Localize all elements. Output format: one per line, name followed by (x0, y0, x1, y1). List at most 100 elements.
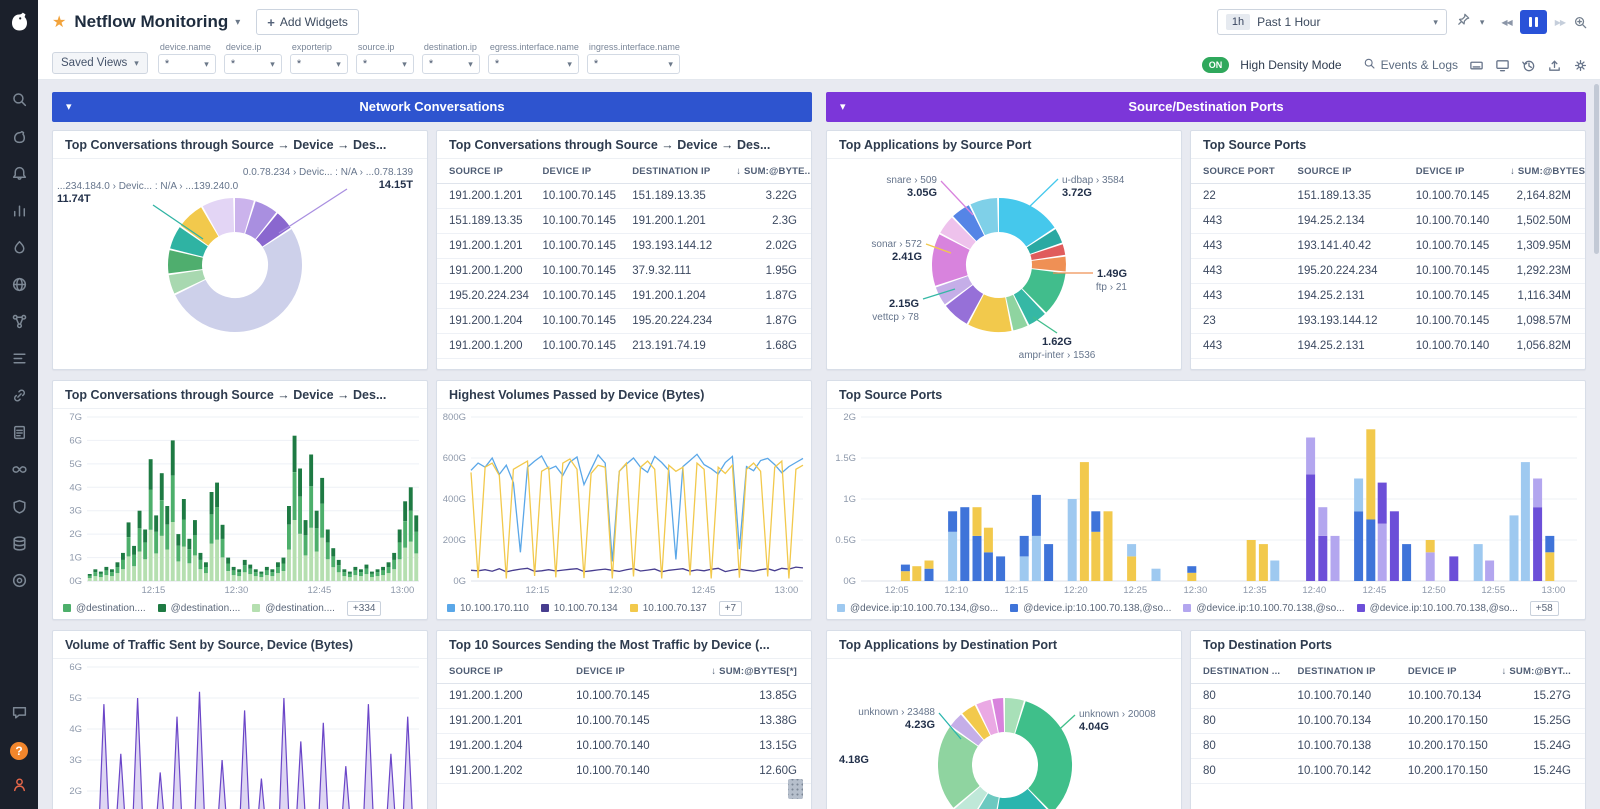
legend-overflow-badge[interactable]: +334 (347, 601, 382, 616)
source-ports-stacked-bar-chart[interactable]: 0G0.5G1G1.5G2G12:0512:1012:1512:2012:251… (827, 409, 1585, 597)
table-row[interactable]: 8010.100.70.13810.200.170.15015.24G (1191, 734, 1585, 759)
pause-button[interactable] (1520, 10, 1547, 34)
table-row[interactable]: 23193.193.144.1210.100.70.1451,098.57M (1191, 309, 1585, 334)
filter-value-dropdown[interactable]: * ▾ (488, 54, 579, 74)
sidebar-item-search[interactable] (7, 90, 31, 114)
filter-value-dropdown[interactable]: * ▾ (356, 54, 414, 74)
table-row[interactable]: 191.200.1.20110.100.70.14513.38G (437, 709, 811, 734)
column-header[interactable]: SOURCE IP (437, 159, 531, 184)
dashboard-title[interactable]: Netflow Monitoring (74, 12, 228, 32)
collapse-chevron-icon[interactable]: ▾ (66, 92, 72, 122)
forward-button[interactable]: ▶▶ (1555, 18, 1565, 27)
widget-traffic-by-source[interactable]: Volume of Traffic Sent by Source, Device… (52, 630, 428, 809)
favorite-star-icon[interactable]: ★ (52, 12, 66, 32)
filter-value-dropdown[interactable]: * ▾ (290, 54, 348, 74)
table-row[interactable]: 191.200.1.20410.100.70.14013.15G (437, 734, 811, 759)
column-header[interactable]: DEVICE IP (1396, 659, 1498, 684)
tv-mode-icon[interactable] (1495, 58, 1510, 73)
table-row[interactable]: 195.20.224.23410.100.70.145191.200.1.204… (437, 284, 811, 309)
section-header-source-destination-ports[interactable]: ▾ Source/Destination Ports (826, 92, 1586, 122)
column-header[interactable]: DESTINATION ... (1191, 659, 1286, 684)
filter-value-dropdown[interactable]: * ▾ (587, 54, 680, 74)
title-dropdown-caret[interactable]: ▾ (235, 17, 240, 28)
widget-resize-handle[interactable] (788, 779, 803, 799)
pin-dropdown-caret[interactable]: ▾ (1480, 17, 1485, 28)
table-row[interactable]: 8010.100.70.14010.100.70.13415.27G (1191, 684, 1585, 709)
legend-item[interactable]: @destination.... (252, 603, 335, 614)
sidebar-item-events[interactable] (7, 164, 31, 188)
legend-overflow-badge[interactable]: +58 (1530, 601, 1559, 616)
legend-item[interactable]: @destination.... (158, 603, 241, 614)
column-header[interactable]: ↓ SUM:@BYTES[*] (1510, 159, 1585, 184)
widget-highest-volumes[interactable]: Highest Volumes Passed by Device (Bytes)… (436, 380, 812, 620)
zoom-in-icon[interactable] (1573, 15, 1588, 30)
table-row[interactable]: 443193.141.40.4210.100.70.1451,309.95M (1191, 234, 1585, 259)
table-row[interactable]: 443194.25.2.13410.100.70.1401,502.50M (1191, 209, 1585, 234)
vertical-scrollbar[interactable] (1594, 84, 1599, 254)
keyboard-icon[interactable] (1469, 58, 1484, 73)
section-header-network-conversations[interactable]: ▾ Network Conversations (52, 92, 812, 122)
legend-item[interactable]: 10.100.70.137 (630, 603, 707, 614)
column-header[interactable]: ↓ SUM:@BYTES[*] (699, 659, 811, 684)
events-logs-button[interactable]: Events & Logs (1363, 57, 1458, 73)
table-row[interactable]: 191.200.1.20210.100.70.14012.60G (437, 759, 811, 784)
widget-conversations-table[interactable]: Top Conversations through Source → Devic… (436, 130, 812, 370)
sidebar-item-synthetics[interactable] (7, 275, 31, 299)
history-icon[interactable] (1521, 58, 1536, 73)
sidebar-item-ci-cd[interactable] (7, 460, 31, 484)
conversations-donut-chart[interactable]: 0.0.78.234 › Devic... : N/A › ...0.78.13… (53, 159, 427, 369)
table-row[interactable]: 443194.25.2.13110.100.70.1401,056.82M (1191, 334, 1585, 359)
legend-item[interactable]: @destination.... (63, 603, 146, 614)
settings-icon[interactable] (1573, 58, 1588, 73)
column-header[interactable]: SOURCE IP (437, 659, 564, 684)
column-header[interactable]: DEVICE IP (564, 659, 699, 684)
filter-value-dropdown[interactable]: * ▾ (422, 54, 480, 74)
widget-apps-by-source-port[interactable]: Top Applications by Source Port snare › … (826, 130, 1182, 370)
legend-item[interactable]: @device.ip:10.100.70.138,@so... (1010, 603, 1171, 614)
sidebar-item-account[interactable] (7, 775, 31, 799)
column-header[interactable]: ↓ SUM:@BYT... (1498, 659, 1585, 684)
volumes-line-chart[interactable]: 0G200G400G600G800G12:1512:3012:4513:00 (437, 409, 811, 597)
time-range-picker[interactable]: 1h Past 1 Hour ▾ (1217, 9, 1447, 35)
sidebar-item-support-chat[interactable] (7, 703, 31, 727)
sidebar-item-databases[interactable] (7, 534, 31, 558)
sidebar-item-network-map[interactable] (7, 312, 31, 336)
table-row[interactable]: 191.200.1.20410.100.70.145195.20.224.234… (437, 309, 811, 334)
share-icon[interactable] (1547, 58, 1562, 73)
widget-top-source-ports-chart[interactable]: Top Source Ports 0G0.5G1G1.5G2G12:0512:1… (826, 380, 1586, 620)
widget-top10-sources[interactable]: Top 10 Sources Sending the Most Traffic … (436, 630, 812, 809)
add-widgets-button[interactable]: + Add Widgets (256, 9, 359, 35)
column-header[interactable]: SOURCE PORT (1191, 159, 1286, 184)
sidebar-item-pipelines[interactable] (7, 349, 31, 373)
traffic-area-chart[interactable]: 0G1G2G3G4G5G6G12:1512:3012:4513:00 (53, 659, 427, 809)
sidebar-item-security[interactable] (7, 497, 31, 521)
legend-item[interactable]: @device.ip:10.100.70.138,@so... (1357, 603, 1518, 614)
table-row[interactable]: 191.200.1.20110.100.70.145151.189.13.353… (437, 184, 811, 209)
table-row[interactable]: 191.200.1.20010.100.70.14513.85G (437, 684, 811, 709)
table-row[interactable]: 8010.100.70.13410.200.170.15015.25G (1191, 709, 1585, 734)
column-header[interactable]: ↓ SUM:@BYTE... (736, 159, 811, 184)
destination-port-donut-chart[interactable]: unknown › 234884.23Gunknown › 200084.04G… (827, 659, 1181, 809)
widget-top-destination-ports-table[interactable]: Top Destination Ports DESTINATION ...DES… (1190, 630, 1586, 809)
column-header[interactable]: DESTINATION IP (620, 159, 736, 184)
saved-views-dropdown[interactable]: Saved Views ▾ (52, 52, 148, 74)
filter-value-dropdown[interactable]: * ▾ (158, 54, 216, 74)
sidebar-item-metrics[interactable] (7, 201, 31, 225)
pin-icon[interactable] (1456, 12, 1471, 32)
column-header[interactable]: DEVICE IP (531, 159, 621, 184)
sidebar-item-settings[interactable] (7, 571, 31, 595)
legend-overflow-badge[interactable]: +7 (719, 601, 742, 616)
sidebar-item-watchdog[interactable] (7, 127, 31, 151)
table-row[interactable]: 443194.25.2.13110.100.70.1451,116.34M (1191, 284, 1585, 309)
column-header[interactable]: SOURCE IP (1286, 159, 1404, 184)
legend-item[interactable]: @device.ip:10.100.70.134,@so... (837, 603, 998, 614)
column-header[interactable]: DESTINATION IP (1286, 659, 1396, 684)
sidebar-item-service-map[interactable] (7, 386, 31, 410)
widget-conversations-bars[interactable]: Top Conversations through Source → Devic… (52, 380, 428, 620)
datadog-logo[interactable] (0, 0, 38, 42)
legend-item[interactable]: 10.100.70.134 (541, 603, 618, 614)
conversations-bar-chart[interactable]: 0G1G2G3G4G5G6G7G12:1512:3012:4513:00 (53, 409, 427, 597)
table-row[interactable]: 191.200.1.20010.100.70.145213.191.74.191… (437, 334, 811, 359)
legend-item[interactable]: 10.100.170.110 (447, 603, 529, 614)
widget-conversations-donut[interactable]: Top Conversations through Source → Devic… (52, 130, 428, 370)
